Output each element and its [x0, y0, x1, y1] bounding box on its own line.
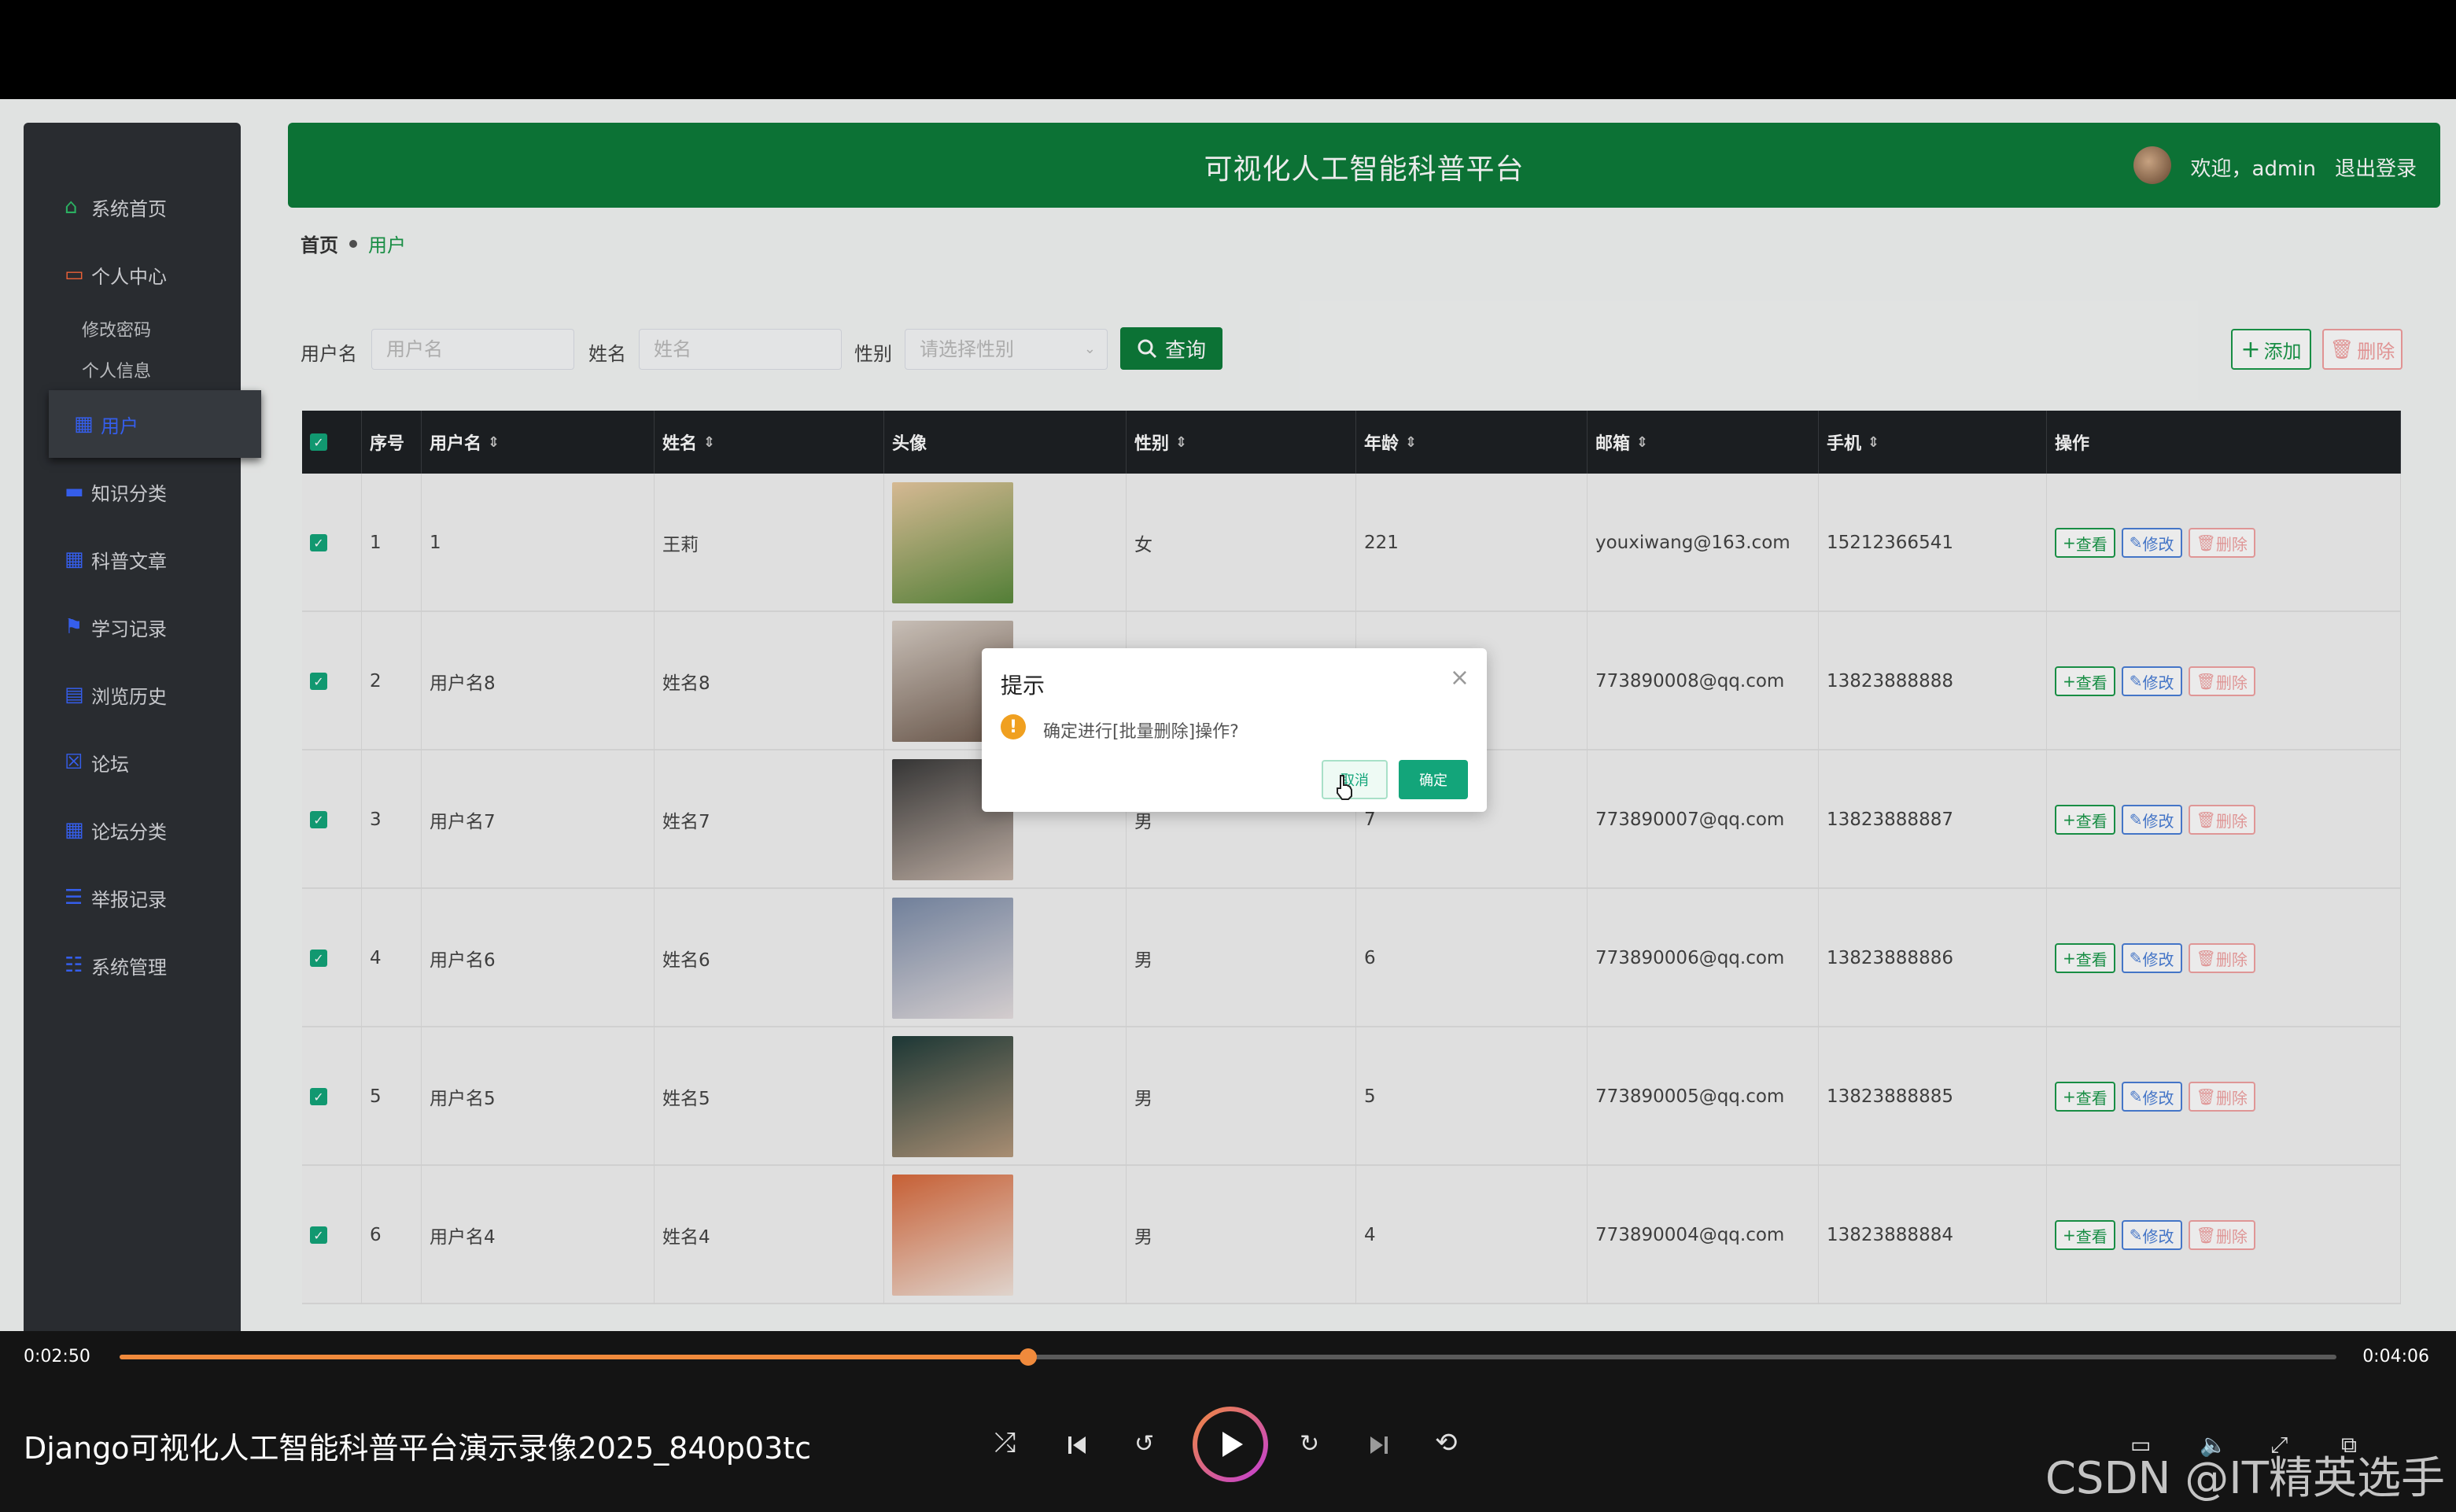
dialog-message: 确定进行[批量删除]操作?	[1043, 722, 1239, 742]
watermark: CSDN @IT精英选手	[2045, 1453, 2445, 1504]
confirm-button[interactable]: 确定	[1399, 760, 1468, 799]
video-player-bar: 0:02:50 0:04:06 Django可视化人工智能科普平台演示录像202…	[0, 1331, 2456, 1512]
play-icon	[1222, 1432, 1243, 1457]
next-icon[interactable]	[1367, 1433, 1391, 1457]
screen: ⌂ 系统首页 ▭ 个人中心 修改密码 个人信息 ▦ 用户 ▬ 知识分类 ▦ 科普文章 ⚑ 学习记录 ▤ 浏览历…	[0, 0, 2456, 1512]
video-title: Django可视化人工智能科普平台演示录像2025_840p03tc	[24, 1431, 812, 1466]
loop-icon[interactable]: ⟲	[1435, 1427, 1458, 1459]
cancel-button[interactable]: 取消	[1322, 760, 1388, 799]
previous-icon[interactable]	[1065, 1433, 1089, 1457]
shuffle-icon[interactable]: ⤮	[994, 1427, 1016, 1459]
close-icon[interactable]: ×	[1450, 664, 1470, 691]
play-button[interactable]	[1193, 1407, 1268, 1482]
seek-bar[interactable]	[120, 1348, 2336, 1366]
confirm-dialog: 提示 × ! 确定进行[批量删除]操作? 取消 确定	[982, 648, 1487, 812]
warning-icon: !	[1001, 714, 1026, 739]
rewind-10-icon[interactable]: ↺	[1134, 1430, 1154, 1458]
hand-cursor-icon	[1337, 775, 1352, 800]
web-page: ⌂ 系统首页 ▭ 个人中心 修改密码 个人信息 ▦ 用户 ▬ 知识分类 ▦ 科普文章 ⚑ 学习记录 ▤ 浏览历…	[0, 99, 2456, 1350]
current-time: 0:02:50	[24, 1347, 90, 1366]
total-time: 0:04:06	[2362, 1347, 2429, 1366]
play-button-inner	[1197, 1411, 1263, 1477]
forward-30-icon[interactable]: ↻	[1300, 1430, 1319, 1458]
seek-progress	[120, 1355, 1029, 1359]
seek-handle[interactable]	[1020, 1348, 1038, 1366]
dialog-title: 提示	[1001, 673, 1045, 699]
